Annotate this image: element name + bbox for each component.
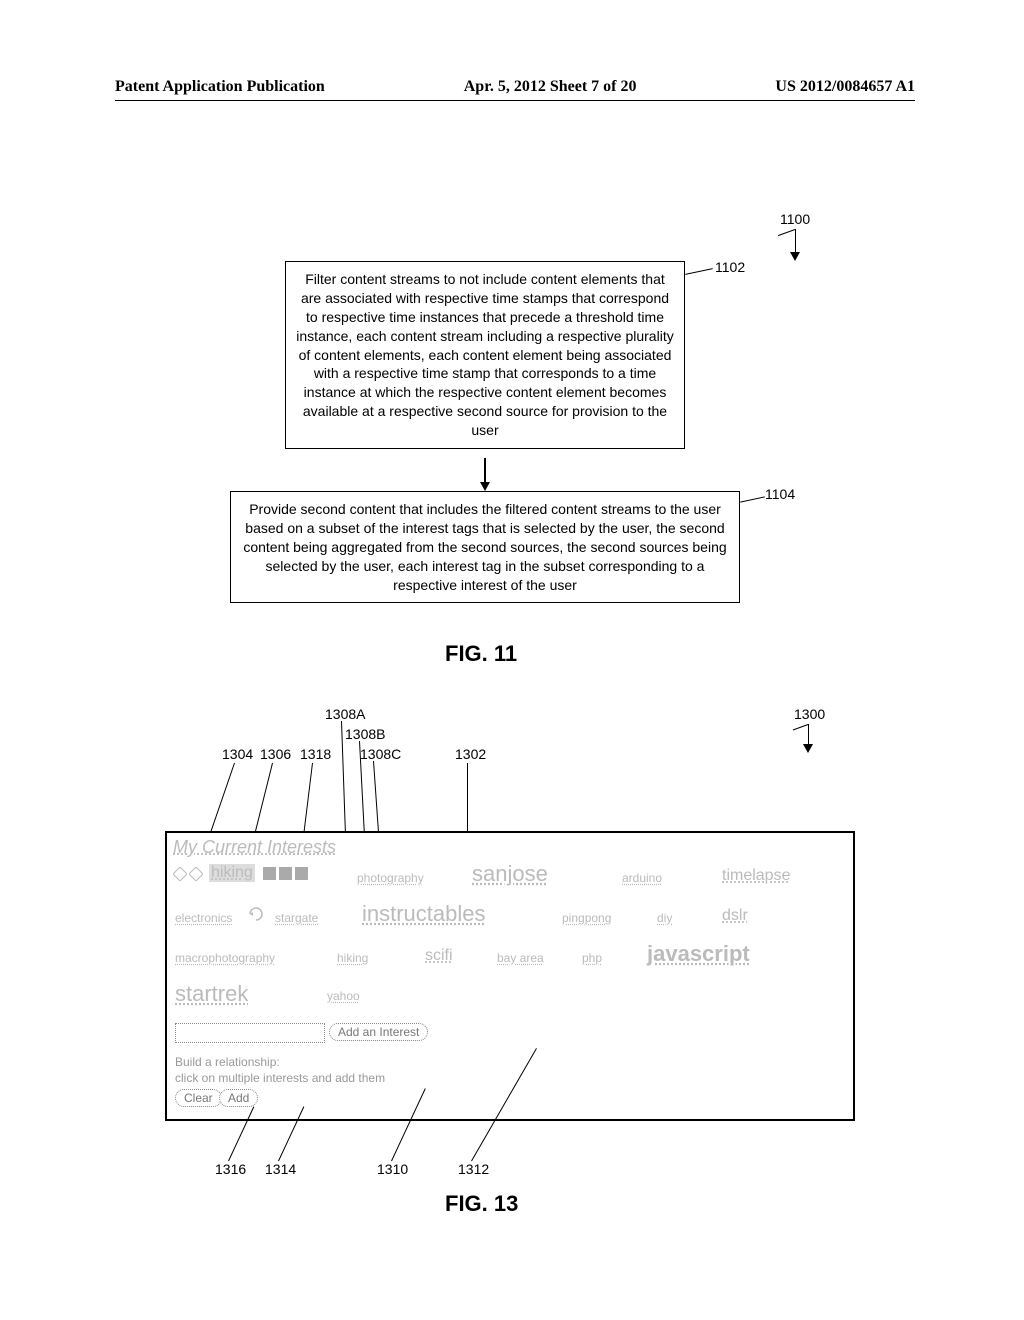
header-right: US 2012/0084657 A1 <box>775 78 915 96</box>
prev-icon[interactable] <box>173 867 187 881</box>
arrowhead-1300 <box>803 744 813 753</box>
flowchart-step-2: Provide second content that includes the… <box>230 491 740 603</box>
ref-1102: 1102 <box>715 259 745 275</box>
figure-13-label: FIG. 13 <box>445 1191 518 1217</box>
thumb-icon-b[interactable] <box>279 867 292 880</box>
hook-1300 <box>793 724 808 730</box>
header-left: Patent Application Publication <box>115 78 325 96</box>
arrowhead-1100 <box>790 252 800 261</box>
interests-panel: My Current Interests hiking photography … <box>165 831 855 1121</box>
flowchart-step-1-text: Filter content streams to not include co… <box>296 271 673 438</box>
tag-stargate[interactable]: stargate <box>275 911 318 925</box>
ref-1316: 1316 <box>215 1161 246 1177</box>
ref-1318: 1318 <box>300 746 331 762</box>
tag-macrophotography[interactable]: macrophotography <box>175 951 275 965</box>
leader-1100 <box>795 229 796 254</box>
ref-1304: 1304 <box>222 746 253 762</box>
clear-button[interactable]: Clear <box>175 1089 222 1107</box>
page-container: Patent Application Publication Apr. 5, 2… <box>115 78 915 1221</box>
next-icon[interactable] <box>189 867 203 881</box>
page-header: Patent Application Publication Apr. 5, 2… <box>115 78 915 101</box>
tag-instructables[interactable]: instructables <box>362 901 486 927</box>
helper-line-1: Build a relationship: <box>175 1055 280 1069</box>
ref-1302: 1302 <box>455 746 486 762</box>
interest-input[interactable] <box>175 1023 325 1043</box>
tag-arduino[interactable]: arduino <box>622 871 662 885</box>
tag-startrek[interactable]: startrek <box>175 981 248 1007</box>
flowchart-step-2-text: Provide second content that includes the… <box>243 501 726 593</box>
tag-diy[interactable]: diy <box>657 911 672 925</box>
refresh-icon[interactable] <box>247 905 265 923</box>
thumb-icon-c[interactable] <box>295 867 308 880</box>
figure-11-label: FIG. 11 <box>445 641 517 667</box>
ref-1308A: 1308A <box>325 706 365 722</box>
flowchart-step-1: Filter content streams to not include co… <box>285 261 685 449</box>
tag-pingpong[interactable]: pingpong <box>562 911 611 925</box>
tag-sanjose[interactable]: sanjose <box>472 861 548 887</box>
hook-1100 <box>778 229 795 236</box>
ref-1100: 1100 <box>780 211 810 227</box>
ref-1306: 1306 <box>260 746 291 762</box>
add-button[interactable]: Add <box>219 1089 258 1107</box>
tag-dslr[interactable]: dslr <box>722 907 748 925</box>
ref-1308C: 1308C <box>360 746 401 762</box>
ref-1308B: 1308B <box>345 726 385 742</box>
tag-scifi[interactable]: scifi <box>425 947 453 965</box>
tag-php[interactable]: php <box>582 951 602 965</box>
tag-timelapse[interactable]: timelapse <box>722 867 790 885</box>
ref-1104: 1104 <box>765 486 795 502</box>
arrow-1-2-head <box>480 482 490 491</box>
ref-1300: 1300 <box>794 706 825 722</box>
leader-1300 <box>808 724 809 746</box>
tag-hiking-selected[interactable]: hiking <box>209 864 255 882</box>
tag-yahoo[interactable]: yahoo <box>327 989 360 1003</box>
diagram-area: 1100 1102 Filter content streams to not … <box>115 101 915 1221</box>
helper-line-2: click on multiple interests and add them <box>175 1071 385 1085</box>
hook-1104 <box>740 496 765 502</box>
thumb-icon-a[interactable] <box>263 867 276 880</box>
tag-electronics[interactable]: electronics <box>175 911 232 925</box>
ref-1310: 1310 <box>377 1161 408 1177</box>
leader-1302 <box>467 763 468 831</box>
arrow-1-2-line <box>484 458 486 484</box>
tag-hiking[interactable]: hiking <box>337 951 368 965</box>
hook-1102 <box>685 268 713 275</box>
add-interest-button[interactable]: Add an Interest <box>329 1023 428 1041</box>
header-mid: Apr. 5, 2012 Sheet 7 of 20 <box>464 78 637 96</box>
tag-photography[interactable]: photography <box>357 871 424 885</box>
ref-1312: 1312 <box>458 1161 489 1177</box>
panel-title: My Current Interests <box>173 837 336 858</box>
tag-bayarea[interactable]: bay area <box>497 951 544 965</box>
ref-1314: 1314 <box>265 1161 296 1177</box>
tag-javascript[interactable]: javascript <box>647 941 750 967</box>
